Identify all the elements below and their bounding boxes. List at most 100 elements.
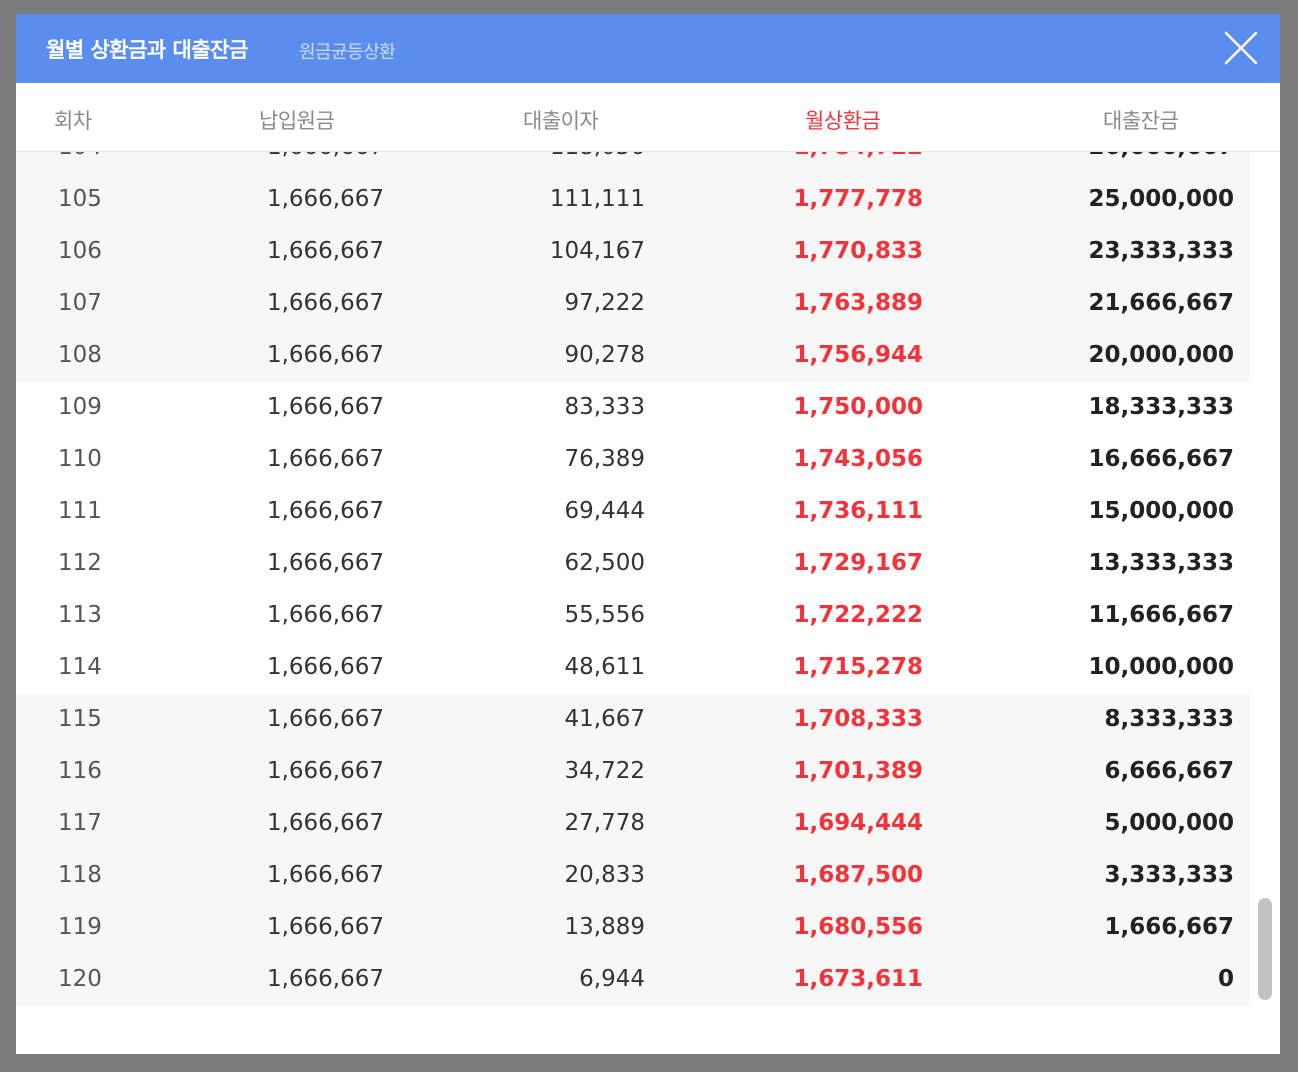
table-row: 111 1,666,667 69,444 1,736,111 15,000,000 (16, 486, 1250, 538)
column-header-no: 회차 (54, 109, 92, 133)
cell-round-no: 118 (58, 862, 102, 888)
cell-loan-balance: 5,000,000 (1104, 810, 1235, 836)
table-header: 회차 납입원금 대출이자 월상환금 대출잔금 (16, 83, 1280, 152)
modal-subtitle: 원금균등상환 (299, 42, 396, 63)
close-button[interactable] (1224, 31, 1258, 65)
cell-interest: 90,278 (564, 342, 645, 368)
cell-principal: 1,666,667 (266, 550, 384, 576)
cell-interest: 34,722 (564, 758, 645, 784)
cell-round-no: 116 (58, 758, 102, 784)
cell-interest: 111,111 (549, 186, 645, 212)
cell-principal: 1,666,667 (266, 394, 384, 420)
cell-principal: 1,666,667 (266, 914, 384, 940)
cell-loan-balance: 10,000,000 (1088, 654, 1234, 680)
table-rows: 1041,666,667118,0561,784,72226,666,66710… (16, 152, 1250, 1006)
cell-interest: 20,833 (564, 862, 645, 888)
table-row: 113 1,666,667 55,556 1,722,222 11,666,667 (16, 590, 1250, 642)
cell-round-no: 119 (58, 914, 102, 940)
cell-loan-balance: 18,333,333 (1088, 394, 1234, 420)
cell-monthly-payment: 1,743,056 (793, 446, 924, 472)
cell-principal: 1,666,667 (266, 966, 384, 992)
cell-principal: 1,666,667 (266, 758, 384, 784)
cell-interest: 6,944 (579, 966, 645, 992)
cell-interest: 104,167 (549, 238, 645, 264)
cell-round-no: 106 (58, 238, 102, 264)
table-row: 104 1,666,667 118,056 1,784,722 26,666,667 (16, 152, 1250, 174)
cell-interest: 27,778 (564, 810, 645, 836)
cell-principal: 1,666,667 (266, 238, 384, 264)
scrollbar-track[interactable] (1250, 152, 1280, 1008)
table-row: 117 1,666,667 27,778 1,694,444 5,000,000 (16, 798, 1250, 850)
cell-loan-balance: 26,666,667 (1088, 152, 1234, 160)
cell-monthly-payment: 1,715,278 (793, 654, 924, 680)
cell-loan-balance: 21,666,667 (1088, 290, 1234, 316)
cell-round-no: 109 (58, 394, 102, 420)
modal-header: 월별 상환금과 대출잔금 원금균등상환 (16, 14, 1280, 83)
column-header-principal: 납입원금 (259, 109, 335, 133)
cell-round-no: 110 (58, 446, 102, 472)
modal-title: 월별 상환금과 대출잔금 (46, 38, 248, 62)
cell-monthly-payment: 1,784,722 (794, 152, 924, 160)
cell-monthly-payment: 1,701,389 (793, 758, 924, 784)
close-icon (1224, 31, 1258, 65)
cell-principal: 1,666,667 (266, 290, 384, 316)
cell-monthly-payment: 1,770,833 (793, 238, 924, 264)
cell-monthly-payment: 1,729,167 (793, 550, 924, 576)
cell-monthly-payment: 1,673,611 (793, 966, 924, 992)
modal-footer (16, 1008, 1280, 1054)
cell-principal: 1,666,667 (266, 602, 384, 628)
cell-round-no: 111 (58, 498, 102, 524)
cell-round-no: 114 (58, 654, 102, 680)
table-row: 120 1,666,667 6,944 1,673,611 0 (16, 954, 1250, 1006)
cell-loan-balance: 1,666,667 (1104, 914, 1235, 940)
cell-loan-balance: 6,666,667 (1104, 758, 1235, 784)
cell-round-no: 104 (58, 152, 102, 160)
cell-monthly-payment: 1,694,444 (793, 810, 924, 836)
cell-principal: 1,666,667 (266, 862, 384, 888)
cell-round-no: 117 (58, 810, 102, 836)
cell-monthly-payment: 1,756,944 (793, 342, 924, 368)
cell-principal: 1,666,667 (266, 810, 384, 836)
table-body[interactable]: 1041,666,667118,0561,784,72226,666,66710… (16, 152, 1250, 1008)
cell-loan-balance: 16,666,667 (1088, 446, 1234, 472)
cell-monthly-payment: 1,750,000 (793, 394, 924, 420)
table-row: 107 1,666,667 97,222 1,763,889 21,666,667 (16, 278, 1250, 330)
cell-round-no: 105 (58, 186, 102, 212)
table-row: 116 1,666,667 34,722 1,701,389 6,666,667 (16, 746, 1250, 798)
cell-round-no: 115 (58, 706, 102, 732)
cell-round-no: 113 (58, 602, 102, 628)
cell-round-no: 120 (58, 966, 102, 992)
cell-monthly-payment: 1,777,778 (793, 186, 924, 212)
cell-interest: 69,444 (564, 498, 645, 524)
column-header-interest: 대출이자 (523, 109, 599, 133)
table-row: 105 1,666,667 111,111 1,777,778 25,000,000 (16, 174, 1250, 226)
cell-interest: 55,556 (564, 602, 645, 628)
cell-principal: 1,666,667 (267, 152, 384, 160)
cell-principal: 1,666,667 (266, 446, 384, 472)
cell-monthly-payment: 1,708,333 (793, 706, 924, 732)
table-row: 119 1,666,667 13,889 1,680,556 1,666,667 (16, 902, 1250, 954)
cell-interest: 41,667 (564, 706, 645, 732)
repayment-schedule-modal: 월별 상환금과 대출잔금 원금균등상환 회차 납입원금 대출이자 월상환금 대출… (16, 14, 1280, 1054)
cell-interest: 83,333 (564, 394, 645, 420)
cell-loan-balance: 3,333,333 (1104, 862, 1235, 888)
cell-principal: 1,666,667 (266, 654, 384, 680)
cell-monthly-payment: 1,722,222 (793, 602, 924, 628)
scrollbar-thumb[interactable] (1258, 898, 1272, 1000)
table-row: 109 1,666,667 83,333 1,750,000 18,333,333 (16, 382, 1250, 434)
table-row: 115 1,666,667 41,667 1,708,333 8,333,333 (16, 694, 1250, 746)
cell-loan-balance: 13,333,333 (1088, 550, 1234, 576)
cell-principal: 1,666,667 (266, 186, 384, 212)
cell-interest: 48,611 (564, 654, 645, 680)
cell-loan-balance: 23,333,333 (1088, 238, 1234, 264)
table-row: 118 1,666,667 20,833 1,687,500 3,333,333 (16, 850, 1250, 902)
table-row: 106 1,666,667 104,167 1,770,833 23,333,333 (16, 226, 1250, 278)
table-row: 112 1,666,667 62,500 1,729,167 13,333,333 (16, 538, 1250, 590)
cell-interest: 118,056 (550, 152, 645, 160)
table-row: 114 1,666,667 48,611 1,715,278 10,000,000 (16, 642, 1250, 694)
cell-monthly-payment: 1,736,111 (793, 498, 924, 524)
cell-monthly-payment: 1,680,556 (793, 914, 924, 940)
cell-interest: 13,889 (564, 914, 645, 940)
cell-monthly-payment: 1,763,889 (793, 290, 924, 316)
column-header-payment: 월상환금 (805, 109, 881, 133)
